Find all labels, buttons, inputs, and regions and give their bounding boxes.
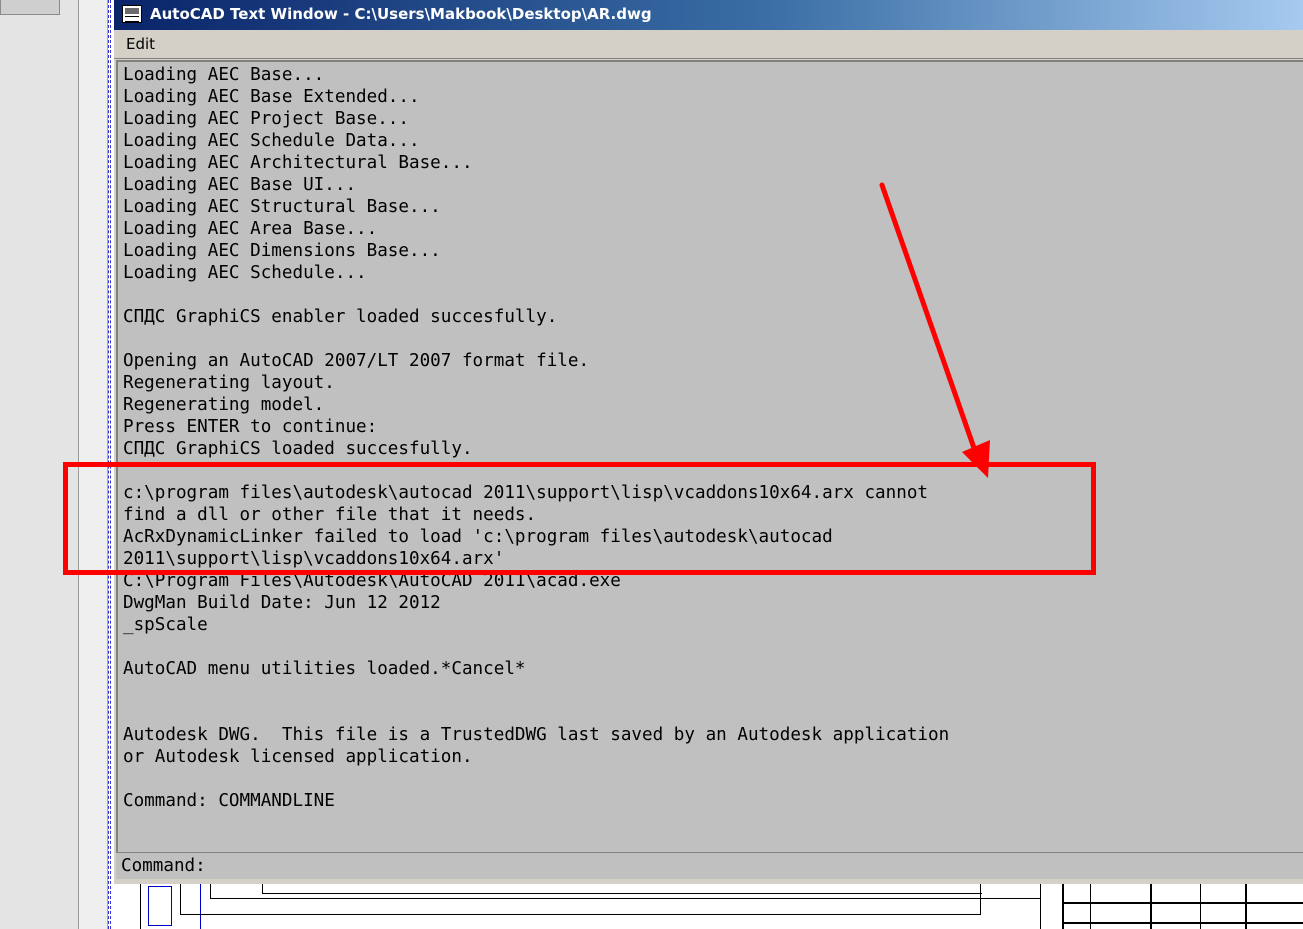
annotation-arrow-icon [879, 182, 990, 478]
annotation-arrowhead [962, 440, 990, 478]
annotation-arrow-shaft [879, 182, 977, 451]
